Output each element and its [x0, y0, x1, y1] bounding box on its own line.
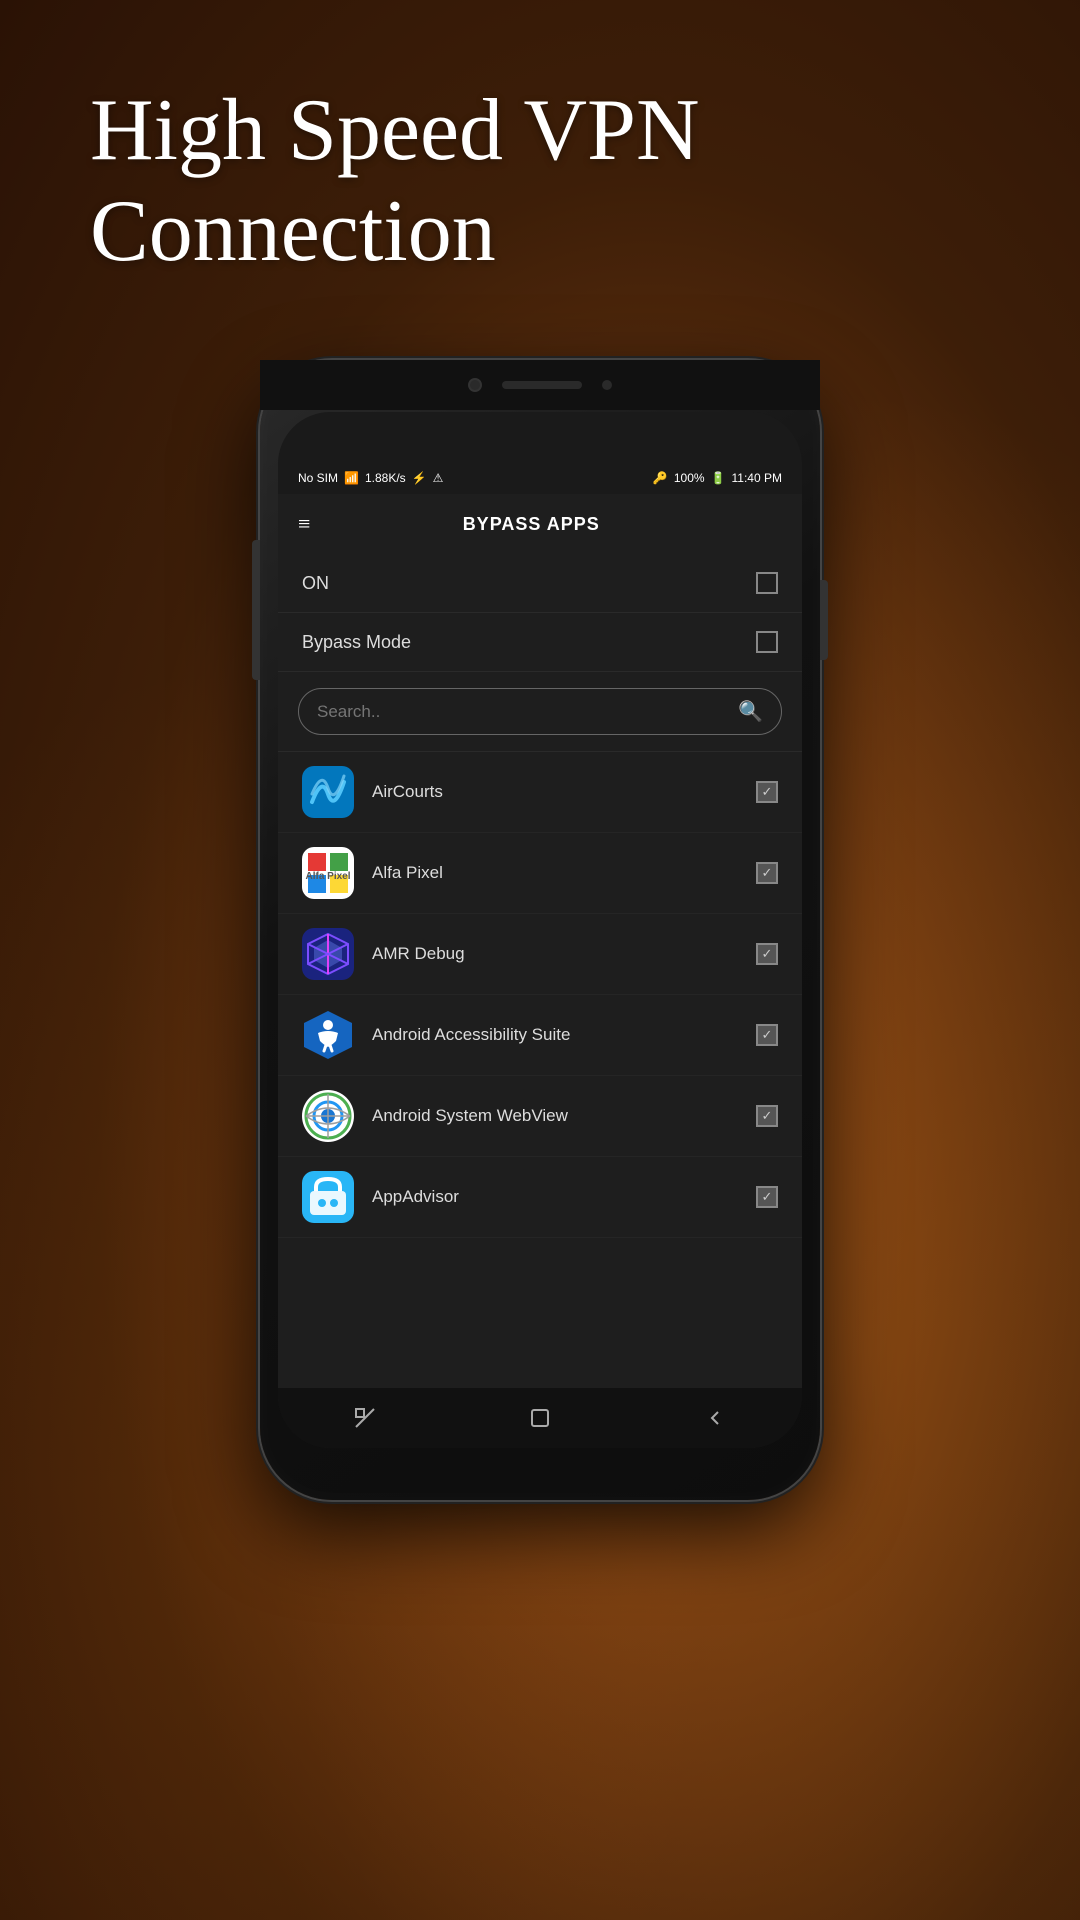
nav-back-button[interactable]: [695, 1398, 735, 1438]
app-icon-amrdebug: [302, 928, 354, 980]
list-item[interactable]: Android System WebView ✓: [278, 1076, 802, 1157]
front-camera: [468, 378, 482, 392]
app-name-alfapixel: Alfa Pixel: [372, 863, 738, 883]
status-bar: No SIM 📶 1.88K/s ⚡ ⚠ 🔑 100% 🔋 11:40 PM: [278, 462, 802, 494]
content-area: ON Bypass Mode 🔍: [278, 554, 802, 1388]
front-sensor: [602, 380, 612, 390]
webview-checkbox[interactable]: ✓: [756, 1105, 778, 1127]
app-name-amrdebug: AMR Debug: [372, 944, 738, 964]
app-name-webview: Android System WebView: [372, 1106, 738, 1126]
list-item[interactable]: AMR Debug ✓: [278, 914, 802, 995]
app-icon-accessibility: [302, 1009, 354, 1061]
sim-status: No SIM: [298, 471, 338, 485]
list-item[interactable]: Alfa Pixel Alfa Pixel ✓: [278, 833, 802, 914]
on-checkbox[interactable]: [756, 572, 778, 594]
headline: High Speed VPN Connection: [90, 80, 700, 282]
amrdebug-checkbox[interactable]: ✓: [756, 943, 778, 965]
app-name-appadvisor: AppAdvisor: [372, 1187, 738, 1207]
bypass-mode-row[interactable]: Bypass Mode: [278, 613, 802, 672]
app-name-aircourts: AirCourts: [372, 782, 738, 802]
app-icon-webview: [302, 1090, 354, 1142]
app-bar: ≡ BYPASS APPS: [278, 494, 802, 554]
bypass-mode-checkbox[interactable]: [756, 631, 778, 653]
app-bar-title: BYPASS APPS: [310, 514, 752, 535]
wifi-icon: 📶: [344, 471, 359, 485]
on-label: ON: [302, 573, 329, 594]
list-item[interactable]: AirCourts ✓: [278, 752, 802, 833]
nav-bar: [278, 1388, 802, 1448]
key-icon: 🔑: [653, 471, 668, 485]
app-icon-aircourts: [302, 766, 354, 818]
app-name-accessibility: Android Accessibility Suite: [372, 1025, 738, 1045]
search-icon: 🔍: [738, 699, 763, 724]
list-item[interactable]: AppAdvisor ✓: [278, 1157, 802, 1238]
data-speed: 1.88K/s: [365, 471, 406, 485]
nav-home-button[interactable]: [520, 1398, 560, 1438]
menu-icon[interactable]: ≡: [298, 511, 310, 537]
phone-notch: [260, 360, 820, 410]
app-icon-appadvisor: [302, 1171, 354, 1223]
aircourts-checkbox[interactable]: ✓: [756, 781, 778, 803]
time: 11:40 PM: [732, 471, 782, 485]
battery-percent: 100%: [674, 471, 705, 485]
accessibility-checkbox[interactable]: ✓: [756, 1024, 778, 1046]
headline-line2: Connection: [90, 183, 496, 280]
status-left: No SIM 📶 1.88K/s ⚡ ⚠: [298, 471, 443, 485]
bypass-mode-label: Bypass Mode: [302, 632, 411, 653]
phone-outer: No SIM 📶 1.88K/s ⚡ ⚠ 🔑 100% 🔋 11:40 PM ≡…: [260, 360, 820, 1500]
list-item[interactable]: Android Accessibility Suite ✓: [278, 995, 802, 1076]
app-list: AirCourts ✓ Alfa Pixel: [278, 752, 802, 1238]
search-box[interactable]: 🔍: [298, 688, 782, 735]
nav-recent-button[interactable]: [345, 1398, 385, 1438]
svg-text:Alfa Pixel: Alfa Pixel: [305, 871, 350, 882]
phone-screen: No SIM 📶 1.88K/s ⚡ ⚠ 🔑 100% 🔋 11:40 PM ≡…: [278, 412, 802, 1448]
headline-line1: High Speed VPN: [90, 82, 700, 179]
phone-mockup: No SIM 📶 1.88K/s ⚡ ⚠ 🔑 100% 🔋 11:40 PM ≡…: [260, 360, 820, 1500]
on-toggle-row[interactable]: ON: [278, 554, 802, 613]
app-icon-alfapixel: Alfa Pixel: [302, 847, 354, 899]
earpiece: [502, 381, 582, 389]
battery-icon: 🔋: [711, 471, 726, 485]
alfapixel-checkbox[interactable]: ✓: [756, 862, 778, 884]
warning-icon: ⚠: [433, 471, 444, 485]
usb-icon: ⚡: [412, 471, 427, 485]
status-right: 🔑 100% 🔋 11:40 PM: [653, 471, 782, 485]
search-container: 🔍: [278, 672, 802, 752]
search-input[interactable]: [317, 702, 728, 722]
appadvisor-checkbox[interactable]: ✓: [756, 1186, 778, 1208]
